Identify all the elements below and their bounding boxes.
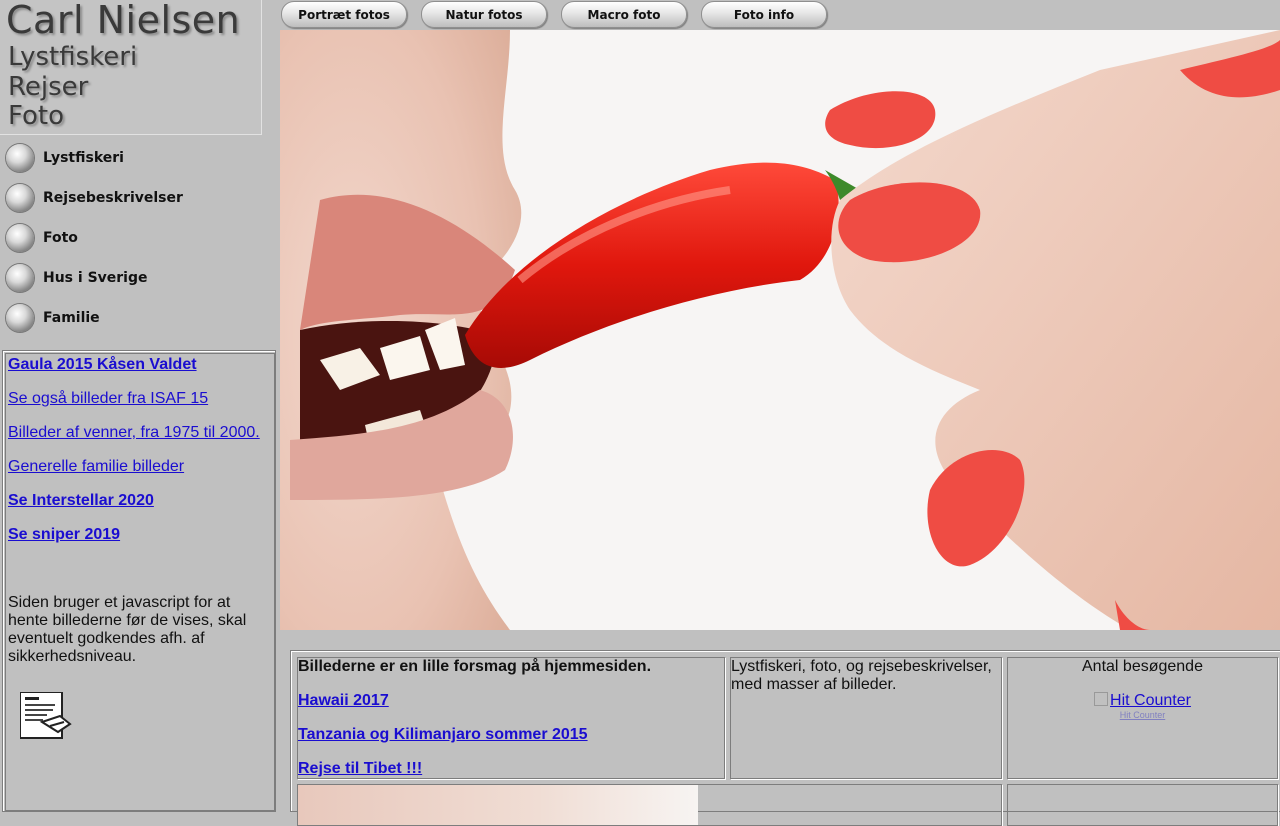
- chili-pepper-photo-icon: [280, 30, 1280, 630]
- description-cell: Lystfiskeri, foto, og rejsebeskrivelser,…: [730, 657, 1002, 779]
- link-venner-billeder[interactable]: Billeder af venner, fra 1975 til 2000.: [8, 424, 272, 442]
- sidebar-item-hus-i-sverige[interactable]: Hus i Sverige: [6, 261, 266, 295]
- site-logo: Carl Nielsen Lystfiskeri Rejser Foto: [0, 0, 262, 135]
- nav-foto-info-button[interactable]: Foto info: [701, 1, 827, 28]
- counter-cell: Antal besøgende Hit Counter Hit Counter: [1007, 657, 1278, 779]
- nav-natur-fotos-button[interactable]: Natur fotos: [421, 1, 547, 28]
- sidebar-item-lystfiskeri[interactable]: Lystfiskeri: [6, 141, 266, 175]
- logo-line-foto: Foto: [8, 101, 65, 131]
- logo-line-rejser: Rejser: [8, 72, 89, 102]
- left-links-panel: Gaula 2015 Kåsen Valdet Se også billeder…: [2, 350, 276, 812]
- sidebar-item-label: Lystfiskeri: [43, 150, 124, 166]
- link-tanzania-kilimanjaro[interactable]: Tanzania og Kilimanjaro sommer 2015: [298, 726, 724, 744]
- bottom-empty-cell: [1007, 784, 1278, 826]
- bottom-image-cell: [297, 784, 1002, 826]
- link-isaf-15[interactable]: Se også billeder fra ISAF 15: [8, 390, 272, 408]
- link-interstellar-2020[interactable]: Se Interstellar 2020: [8, 492, 272, 510]
- sidebar-item-label: Hus i Sverige: [43, 270, 148, 286]
- intro-text: Billederne er en lille forsmag på hjemme…: [298, 658, 652, 675]
- orb-icon: [6, 144, 34, 172]
- logo-line-lystfiskeri: Lystfiskeri: [8, 42, 138, 72]
- bottom-info-table: Billederne er en lille forsmag på hjemme…: [290, 650, 1280, 826]
- logo-title: Carl Nielsen: [6, 0, 241, 42]
- orb-icon: [6, 224, 34, 252]
- orb-icon: [6, 264, 34, 292]
- link-sniper-2019[interactable]: Se sniper 2019: [8, 526, 272, 544]
- javascript-note: Siden bruger et javascript for at hente …: [8, 594, 247, 665]
- link-hawaii-2017[interactable]: Hawaii 2017: [298, 692, 724, 710]
- hit-counter-image[interactable]: Hit Counter: [1008, 692, 1277, 710]
- nav-macro-foto-button[interactable]: Macro foto: [561, 1, 687, 28]
- intro-cell: Billederne er en lille forsmag på hjemme…: [297, 657, 725, 779]
- link-gaula-2015[interactable]: Gaula 2015 Kåsen Valdet: [8, 356, 272, 374]
- nav-portraet-fotos-button[interactable]: Portræt fotos: [281, 1, 407, 28]
- sidebar-item-label: Familie: [43, 310, 100, 326]
- sidebar-item-familie[interactable]: Familie: [6, 301, 266, 335]
- bottom-photo: [298, 785, 698, 825]
- certificate-icon: [19, 691, 72, 740]
- broken-image-icon: [1094, 692, 1109, 706]
- link-tibet[interactable]: Rejse til Tibet !!!: [298, 760, 724, 778]
- counter-label: Antal besøgende: [1082, 658, 1203, 675]
- hero-photo: [280, 30, 1280, 630]
- orb-icon: [6, 304, 34, 332]
- hit-counter-link[interactable]: Hit Counter: [1008, 710, 1277, 720]
- sidebar-item-label: Rejsebeskrivelser: [43, 190, 183, 206]
- sidebar-item-foto[interactable]: Foto: [6, 221, 266, 255]
- left-links-inner: Gaula 2015 Kåsen Valdet Se også billeder…: [5, 353, 275, 811]
- site-description: Lystfiskeri, foto, og rejsebeskrivelser,…: [731, 658, 992, 693]
- orb-icon: [6, 184, 34, 212]
- sidebar-item-rejsebeskrivelser[interactable]: Rejsebeskrivelser: [6, 181, 266, 215]
- link-familie-billeder[interactable]: Generelle familie billeder: [8, 458, 272, 476]
- sidebar-item-label: Foto: [43, 230, 78, 246]
